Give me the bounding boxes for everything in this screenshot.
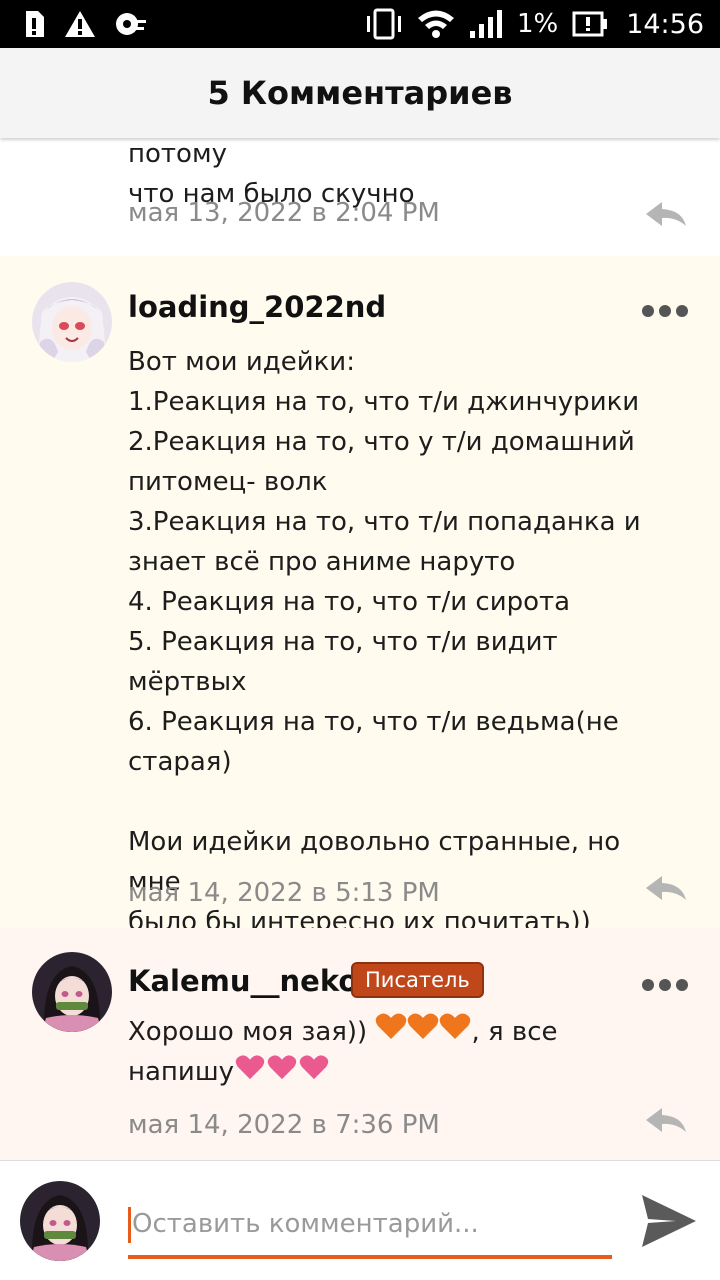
orange-heart-icon	[407, 1012, 439, 1052]
comment-text: Хорошо моя зая))	[128, 1017, 376, 1047]
orange-heart-icon	[375, 1012, 407, 1052]
text-caret	[128, 1207, 131, 1243]
comment-input-bar: Оставить комментарий...	[0, 1160, 720, 1280]
wifi-icon	[417, 9, 455, 39]
battery-percent: 1%	[516, 9, 559, 39]
battery-alert-icon	[572, 11, 608, 37]
comment-body: Хорошо моя зая)) , я все напишу	[128, 1012, 680, 1092]
comment-author[interactable]: loading_2022nd	[128, 290, 386, 324]
writer-badge: Писатель	[351, 962, 484, 998]
more-options-icon[interactable]	[642, 304, 688, 318]
comment-item: Kalemu__neko Писатель Хорошо моя зая)) ,…	[0, 928, 720, 1160]
clock: 14:56	[626, 8, 704, 40]
warning-icon	[64, 10, 96, 38]
page-title: 5 Комментариев	[207, 74, 513, 112]
signal-icon	[469, 9, 503, 39]
reply-icon[interactable]	[644, 874, 688, 904]
comment-text: напишу	[128, 1057, 235, 1087]
status-left	[22, 9, 146, 39]
orange-heart-icon	[439, 1012, 471, 1052]
more-options-icon[interactable]	[642, 978, 688, 992]
vibrate-icon	[365, 8, 403, 40]
avatar[interactable]	[32, 282, 112, 362]
comment-date: мая 14, 2022 в 5:13 PM	[128, 878, 440, 908]
pink-heart-icon	[266, 1052, 298, 1092]
comment-author[interactable]: Kalemu__neko	[128, 964, 358, 998]
status-bar: 1% 14:56	[0, 0, 720, 48]
comment-date: мая 14, 2022 в 7:36 PM	[128, 1110, 440, 1140]
comment-date: мая 13, 2022 в 2:04 PM	[128, 198, 440, 228]
pink-heart-icon	[234, 1052, 266, 1092]
media-icon	[114, 10, 146, 38]
sim-alert-icon	[22, 9, 46, 39]
status-right: 1% 14:56	[365, 8, 704, 40]
send-icon[interactable]	[640, 1193, 698, 1249]
reply-icon[interactable]	[644, 200, 688, 230]
comment-text: , я все	[471, 1017, 558, 1047]
comments-list[interactable]: мы с подкой смотрели почтал,,,, потому ч…	[0, 138, 720, 1160]
pink-heart-icon	[298, 1052, 330, 1092]
reply-icon[interactable]	[644, 1106, 688, 1136]
comment-placeholder: Оставить комментарий...	[132, 1209, 479, 1239]
my-avatar[interactable]	[20, 1181, 100, 1261]
comment-body: Вот мои идейки: 1.Реакция на то, что т/и…	[128, 347, 641, 937]
comments-header: 5 Комментариев	[0, 48, 720, 138]
avatar[interactable]	[32, 952, 112, 1032]
comment-input[interactable]: Оставить комментарий...	[128, 1197, 612, 1259]
